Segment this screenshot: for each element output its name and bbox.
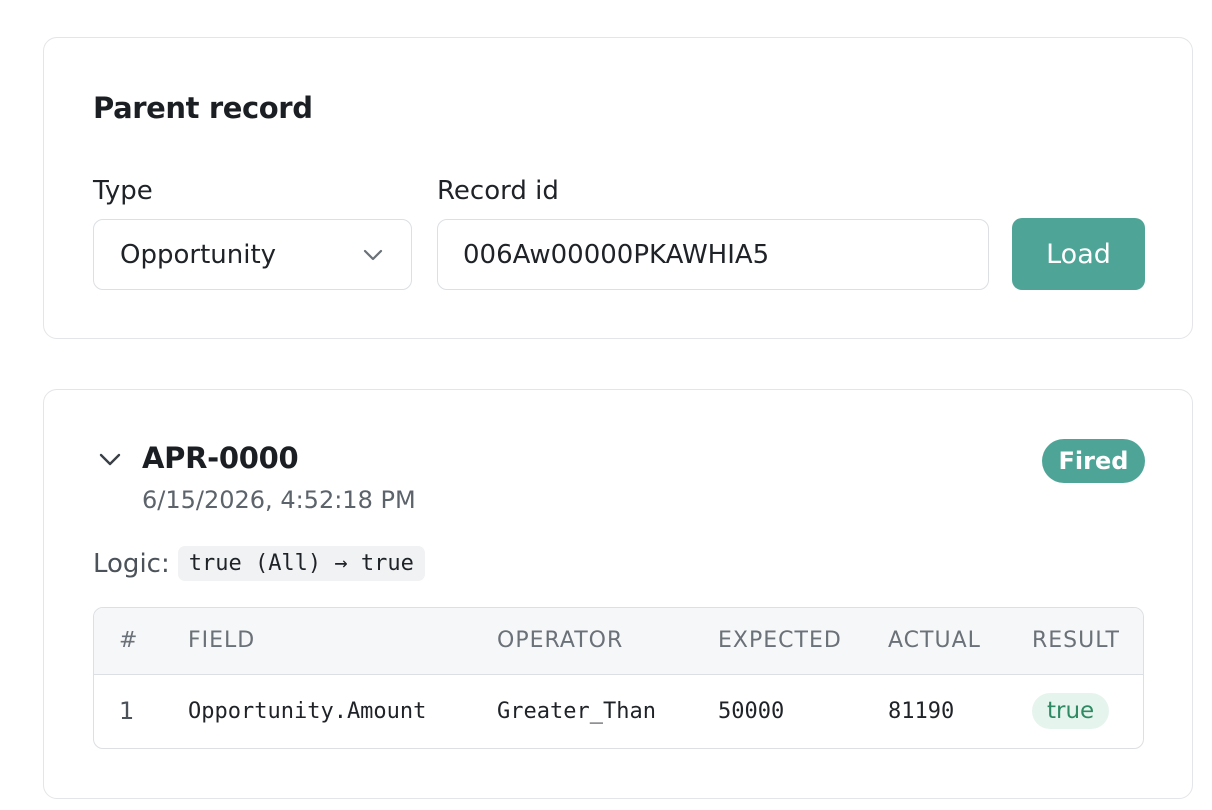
header-expected: EXPECTED: [718, 628, 842, 654]
rule-result-card: APR-0000 6/15/2026, 4:52:18 PM Fired Log…: [43, 389, 1193, 799]
header-operator: OPERATOR: [497, 628, 624, 654]
header-num: #: [119, 628, 139, 654]
rule-id: APR-0000: [142, 441, 299, 475]
logic-row: Logic: true (All) → true: [93, 546, 425, 581]
result-pill: true: [1032, 693, 1110, 730]
cell-result: true: [1032, 674, 1143, 748]
chevron-down-icon: [99, 453, 121, 465]
collapse-toggle[interactable]: [97, 446, 123, 472]
record-id-input[interactable]: [437, 219, 989, 290]
type-label: Type: [93, 176, 153, 206]
parent-record-card: Parent record Type Record id Opportunity…: [43, 37, 1193, 339]
logic-expression: true (All) → true: [177, 546, 425, 581]
logic-label: Logic:: [93, 548, 170, 579]
status-badge: Fired: [1042, 439, 1145, 483]
cell-operator: Greater_Than: [497, 698, 656, 724]
conditions-table: # FIELD OPERATOR EXPECTED ACTUAL RESULT …: [93, 607, 1144, 749]
cell-expected: 50000: [718, 698, 785, 724]
type-select-value: Opportunity: [120, 239, 277, 270]
table-header-row: # FIELD OPERATOR EXPECTED ACTUAL RESULT: [94, 608, 1143, 674]
chevron-down-icon: [361, 243, 385, 267]
cell-num: 1: [119, 697, 135, 726]
table-row: 1 Opportunity.Amount Greater_Than 50000 …: [94, 674, 1143, 748]
cell-actual: 81190: [888, 698, 955, 724]
rule-timestamp: 6/15/2026, 4:52:18 PM: [142, 486, 416, 514]
section-title: Parent record: [93, 91, 313, 125]
header-field: FIELD: [188, 628, 256, 654]
load-button[interactable]: Load: [1012, 218, 1145, 290]
record-id-label: Record id: [437, 176, 559, 206]
type-select[interactable]: Opportunity: [93, 219, 412, 290]
header-actual: ACTUAL: [888, 628, 981, 654]
header-result: RESULT: [1032, 628, 1120, 654]
cell-field: Opportunity.Amount: [188, 698, 427, 724]
